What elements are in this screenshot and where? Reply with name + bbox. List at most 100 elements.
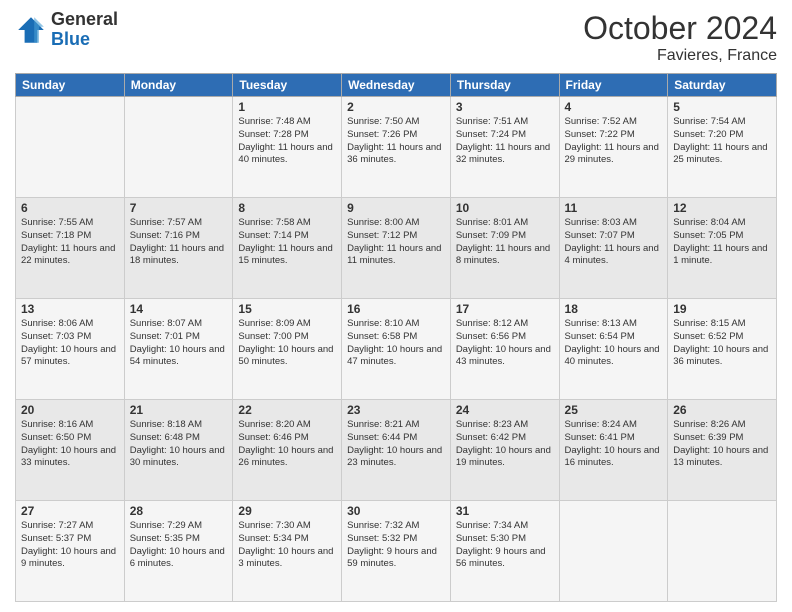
day-number: 5 [673, 100, 771, 114]
day-number: 10 [456, 201, 554, 215]
calendar-cell: 8 Sunrise: 7:58 AM Sunset: 7:14 PM Daylig… [233, 198, 342, 299]
calendar-cell: 29 Sunrise: 7:30 AM Sunset: 5:34 PM Dayli… [233, 501, 342, 602]
day-info: Sunrise: 8:18 AM Sunset: 6:48 PM Dayligh… [130, 419, 228, 470]
day-number: 19 [673, 302, 771, 316]
calendar-cell: 1 Sunrise: 7:48 AM Sunset: 7:28 PM Daylig… [233, 97, 342, 198]
day-number: 27 [21, 504, 119, 518]
day-info: Sunrise: 8:04 AM Sunset: 7:05 PM Dayligh… [673, 217, 771, 268]
calendar-cell: 13 Sunrise: 8:06 AM Sunset: 7:03 PM Dayli… [16, 299, 125, 400]
col-monday: Monday [124, 74, 233, 97]
day-info: Sunrise: 7:50 AM Sunset: 7:26 PM Dayligh… [347, 116, 445, 167]
calendar-cell: 14 Sunrise: 8:07 AM Sunset: 7:01 PM Dayli… [124, 299, 233, 400]
day-info: Sunrise: 8:13 AM Sunset: 6:54 PM Dayligh… [565, 318, 663, 369]
calendar-cell: 25 Sunrise: 8:24 AM Sunset: 6:41 PM Dayli… [559, 400, 668, 501]
calendar-cell: 6Sunrise: 7:55 AM Sunset: 7:18 PM Daylig… [16, 198, 125, 299]
col-friday: Friday [559, 74, 668, 97]
day-info: Sunrise: 8:10 AM Sunset: 6:58 PM Dayligh… [347, 318, 445, 369]
day-number: 28 [130, 504, 228, 518]
day-number: 30 [347, 504, 445, 518]
calendar-cell: 19 Sunrise: 8:15 AM Sunset: 6:52 PM Dayli… [668, 299, 777, 400]
calendar-cell: 17 Sunrise: 8:12 AM Sunset: 6:56 PM Dayli… [450, 299, 559, 400]
calendar-cell: 22Sunrise: 8:20 AM Sunset: 6:46 PM Dayli… [233, 400, 342, 501]
day-number: 13 [21, 302, 119, 316]
calendar-cell: 28Sunrise: 7:29 AM Sunset: 5:35 PM Dayli… [124, 501, 233, 602]
calendar-cell: 10 Sunrise: 8:01 AM Sunset: 7:09 PM Dayli… [450, 198, 559, 299]
calendar-cell: 24 Sunrise: 8:23 AM Sunset: 6:42 PM Dayli… [450, 400, 559, 501]
day-number: 7 [130, 201, 228, 215]
calendar-cell: 15 Sunrise: 8:09 AM Sunset: 7:00 PM Dayli… [233, 299, 342, 400]
day-info: Sunrise: 8:01 AM Sunset: 7:09 PM Dayligh… [456, 217, 554, 268]
day-info: Sunrise: 8:24 AM Sunset: 6:41 PM Dayligh… [565, 419, 663, 470]
location-title: Favieres, France [583, 47, 777, 65]
calendar-cell: 9Sunrise: 8:00 AM Sunset: 7:12 PM Daylig… [342, 198, 451, 299]
day-number: 6 [21, 201, 119, 215]
col-saturday: Saturday [668, 74, 777, 97]
day-info: Sunrise: 8:26 AM Sunset: 6:39 PM Dayligh… [673, 419, 771, 470]
col-sunday: Sunday [16, 74, 125, 97]
calendar-cell: 21 Sunrise: 8:18 AM Sunset: 6:48 PM Dayli… [124, 400, 233, 501]
calendar-cell [559, 501, 668, 602]
logo-line1: General [51, 10, 118, 30]
calendar-cell: 30 Sunrise: 7:32 AM Sunset: 5:32 PM Dayli… [342, 501, 451, 602]
day-number: 14 [130, 302, 228, 316]
day-info: Sunrise: 7:52 AM Sunset: 7:22 PM Dayligh… [565, 116, 663, 167]
day-info: Sunrise: 8:20 AM Sunset: 6:46 PM Dayligh… [238, 419, 336, 470]
day-info: Sunrise: 7:57 AM Sunset: 7:16 PM Dayligh… [130, 217, 228, 268]
col-thursday: Thursday [450, 74, 559, 97]
calendar-cell: 18 Sunrise: 8:13 AM Sunset: 6:54 PM Dayli… [559, 299, 668, 400]
calendar-cell: 26 Sunrise: 8:26 AM Sunset: 6:39 PM Dayli… [668, 400, 777, 501]
day-number: 8 [238, 201, 336, 215]
day-number: 18 [565, 302, 663, 316]
day-info: Sunrise: 7:54 AM Sunset: 7:20 PM Dayligh… [673, 116, 771, 167]
week-row: 6Sunrise: 7:55 AM Sunset: 7:18 PM Daylig… [16, 198, 777, 299]
day-info: Sunrise: 8:23 AM Sunset: 6:42 PM Dayligh… [456, 419, 554, 470]
day-number: 3 [456, 100, 554, 114]
calendar-cell [668, 501, 777, 602]
header-row: Sunday Monday Tuesday Wednesday Thursday… [16, 74, 777, 97]
page: General Blue October 2024 Favieres, Fran… [0, 0, 792, 612]
title-block: October 2024 Favieres, France [583, 10, 777, 65]
calendar-cell: 31 Sunrise: 7:34 AM Sunset: 5:30 PM Dayli… [450, 501, 559, 602]
week-row: 27Sunrise: 7:27 AM Sunset: 5:37 PM Dayli… [16, 501, 777, 602]
day-number: 1 [238, 100, 336, 114]
calendar-cell: 27Sunrise: 7:27 AM Sunset: 5:37 PM Dayli… [16, 501, 125, 602]
day-number: 21 [130, 403, 228, 417]
calendar-cell [16, 97, 125, 198]
month-title: October 2024 [583, 10, 777, 47]
day-info: Sunrise: 8:21 AM Sunset: 6:44 PM Dayligh… [347, 419, 445, 470]
logo: General Blue [15, 10, 118, 50]
calendar-cell: 20Sunrise: 8:16 AM Sunset: 6:50 PM Dayli… [16, 400, 125, 501]
day-number: 29 [238, 504, 336, 518]
day-number: 31 [456, 504, 554, 518]
day-info: Sunrise: 8:07 AM Sunset: 7:01 PM Dayligh… [130, 318, 228, 369]
day-info: Sunrise: 7:32 AM Sunset: 5:32 PM Dayligh… [347, 520, 445, 571]
calendar-cell: 7 Sunrise: 7:57 AM Sunset: 7:16 PM Daylig… [124, 198, 233, 299]
day-info: Sunrise: 8:06 AM Sunset: 7:03 PM Dayligh… [21, 318, 119, 369]
calendar-cell: 4Sunrise: 7:52 AM Sunset: 7:22 PM Daylig… [559, 97, 668, 198]
day-number: 16 [347, 302, 445, 316]
day-info: Sunrise: 8:15 AM Sunset: 6:52 PM Dayligh… [673, 318, 771, 369]
day-number: 15 [238, 302, 336, 316]
day-info: Sunrise: 7:34 AM Sunset: 5:30 PM Dayligh… [456, 520, 554, 571]
day-info: Sunrise: 7:30 AM Sunset: 5:34 PM Dayligh… [238, 520, 336, 571]
day-info: Sunrise: 8:09 AM Sunset: 7:00 PM Dayligh… [238, 318, 336, 369]
calendar-cell: 5 Sunrise: 7:54 AM Sunset: 7:20 PM Daylig… [668, 97, 777, 198]
calendar-table: Sunday Monday Tuesday Wednesday Thursday… [15, 73, 777, 602]
day-number: 25 [565, 403, 663, 417]
logo-text: General Blue [51, 10, 118, 50]
day-number: 20 [21, 403, 119, 417]
day-number: 17 [456, 302, 554, 316]
calendar-cell: 3 Sunrise: 7:51 AM Sunset: 7:24 PM Daylig… [450, 97, 559, 198]
day-info: Sunrise: 8:12 AM Sunset: 6:56 PM Dayligh… [456, 318, 554, 369]
calendar-cell: 16 Sunrise: 8:10 AM Sunset: 6:58 PM Dayli… [342, 299, 451, 400]
day-info: Sunrise: 7:58 AM Sunset: 7:14 PM Dayligh… [238, 217, 336, 268]
day-number: 11 [565, 201, 663, 215]
day-info: Sunrise: 7:48 AM Sunset: 7:28 PM Dayligh… [238, 116, 336, 167]
day-number: 2 [347, 100, 445, 114]
logo-icon [15, 14, 47, 46]
logo-line2: Blue [51, 30, 118, 50]
day-number: 26 [673, 403, 771, 417]
day-info: Sunrise: 7:51 AM Sunset: 7:24 PM Dayligh… [456, 116, 554, 167]
calendar-cell: 12Sunrise: 8:04 AM Sunset: 7:05 PM Dayli… [668, 198, 777, 299]
day-number: 24 [456, 403, 554, 417]
